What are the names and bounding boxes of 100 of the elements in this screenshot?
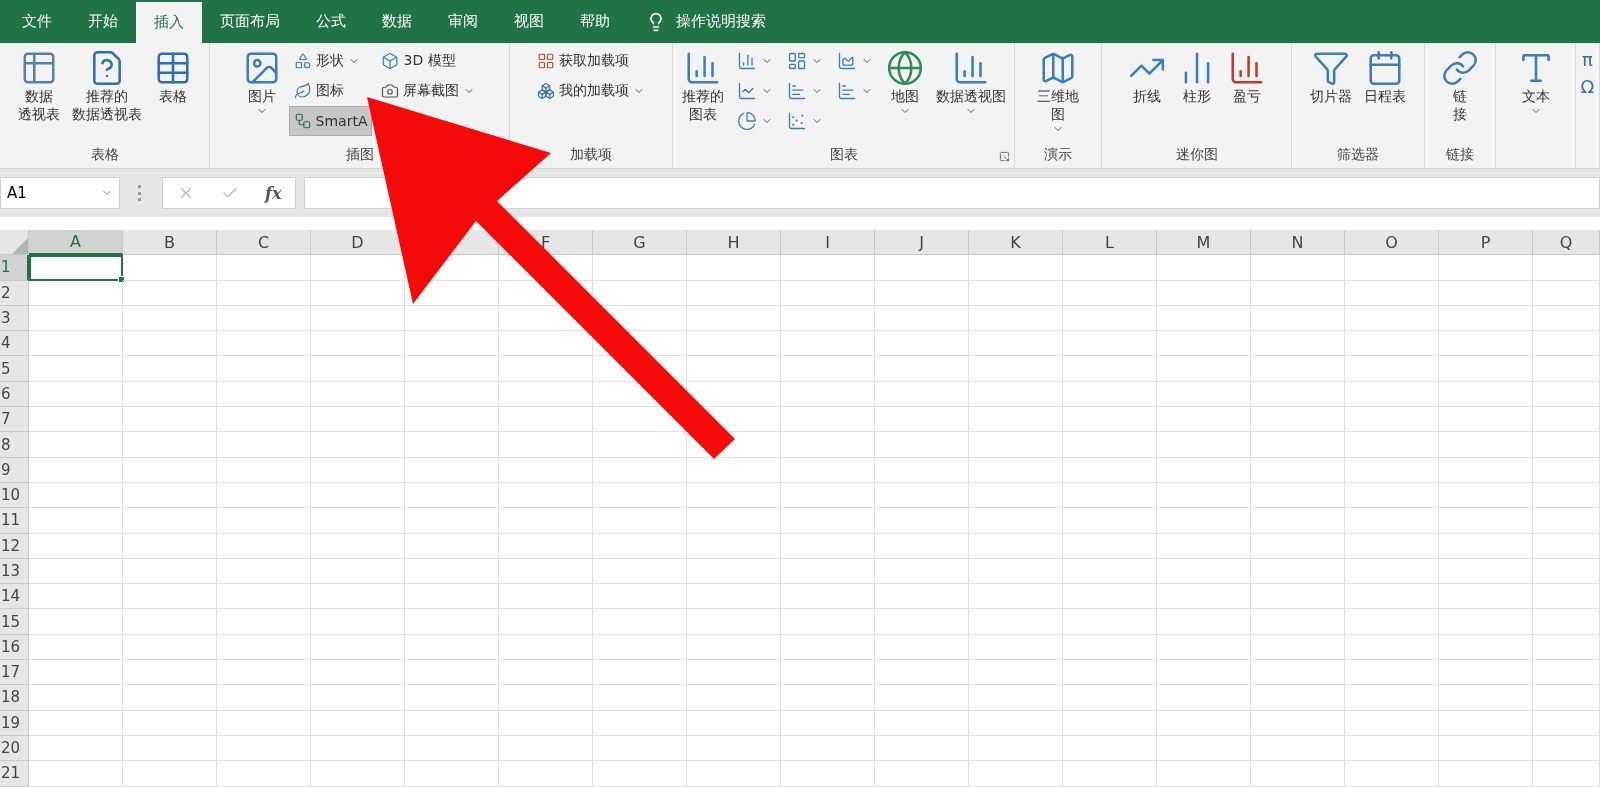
cell[interactable] <box>311 457 405 483</box>
cell[interactable] <box>1533 735 1600 762</box>
cell[interactable] <box>1251 280 1345 306</box>
tell-me-search[interactable]: 操作说明搜索 <box>628 0 784 43</box>
ribbon-tab[interactable]: 文件 <box>4 0 70 43</box>
cell[interactable] <box>1063 255 1157 281</box>
cell[interactable] <box>875 735 969 762</box>
cell[interactable] <box>311 584 405 610</box>
cell[interactable] <box>123 331 217 357</box>
cell[interactable] <box>781 735 875 762</box>
cell[interactable] <box>1063 432 1157 458</box>
cell[interactable] <box>217 255 311 281</box>
cell[interactable] <box>123 735 217 762</box>
cell[interactable] <box>969 660 1063 686</box>
cell[interactable] <box>875 331 969 357</box>
cell[interactable] <box>1533 305 1600 332</box>
cell[interactable] <box>969 761 1063 787</box>
cell[interactable] <box>781 558 875 585</box>
cell[interactable] <box>969 280 1063 306</box>
cell[interactable] <box>217 432 311 458</box>
ribbon-tab[interactable]: 审阅 <box>430 0 496 43</box>
cell[interactable] <box>311 609 405 635</box>
cell[interactable] <box>1063 482 1157 509</box>
cell[interactable] <box>1533 255 1600 281</box>
cell[interactable] <box>1533 584 1600 610</box>
cell[interactable] <box>1251 685 1345 711</box>
cell[interactable] <box>969 735 1063 762</box>
cell[interactable] <box>405 331 499 357</box>
cell[interactable] <box>123 533 217 559</box>
ribbon-tab[interactable]: 公式 <box>298 0 364 43</box>
cell[interactable] <box>1063 609 1157 635</box>
column-header[interactable]: D <box>311 230 405 256</box>
cell[interactable] <box>1345 457 1439 483</box>
cell[interactable] <box>29 457 123 483</box>
cell[interactable] <box>499 407 593 433</box>
cell[interactable] <box>311 735 405 762</box>
cell[interactable] <box>687 634 781 661</box>
selected-cell[interactable] <box>29 255 123 281</box>
cell[interactable] <box>1157 710 1251 736</box>
column-header[interactable]: J <box>875 230 969 256</box>
cell[interactable] <box>969 457 1063 483</box>
cell[interactable] <box>217 280 311 306</box>
cell[interactable] <box>1345 735 1439 762</box>
cell[interactable] <box>1157 660 1251 686</box>
cell[interactable] <box>29 381 123 408</box>
cell[interactable] <box>687 609 781 635</box>
cell[interactable] <box>875 609 969 635</box>
ribbon-button[interactable]: 图片 <box>239 47 284 119</box>
cell[interactable] <box>217 660 311 686</box>
cell[interactable] <box>1251 735 1345 762</box>
cell[interactable] <box>1063 381 1157 408</box>
cell[interactable] <box>1157 305 1251 332</box>
cell[interactable] <box>1063 457 1157 483</box>
ribbon-button[interactable]: 图标 <box>289 77 372 105</box>
cell[interactable] <box>1063 331 1157 357</box>
cell[interactable] <box>875 761 969 787</box>
cell[interactable] <box>781 432 875 458</box>
cell[interactable] <box>1439 356 1533 382</box>
cell[interactable] <box>1533 761 1600 787</box>
cell[interactable] <box>593 508 687 534</box>
cell[interactable] <box>593 660 687 686</box>
cell[interactable] <box>311 710 405 736</box>
cell[interactable] <box>1345 305 1439 332</box>
row-header[interactable]: 12 <box>0 533 29 559</box>
cell[interactable] <box>687 761 781 787</box>
cell[interactable] <box>875 280 969 306</box>
cell[interactable] <box>1157 609 1251 635</box>
symbol-button[interactable]: π <box>1580 47 1595 72</box>
cell[interactable] <box>969 356 1063 382</box>
cell[interactable] <box>1345 255 1439 281</box>
name-box[interactable]: A1 <box>0 177 120 209</box>
cell[interactable] <box>1157 533 1251 559</box>
column-header[interactable]: N <box>1251 230 1345 256</box>
row-header[interactable]: 9 <box>0 457 29 483</box>
cell[interactable] <box>123 508 217 534</box>
row-header[interactable]: 8 <box>0 432 29 458</box>
cell[interactable] <box>123 407 217 433</box>
row-header[interactable]: 7 <box>0 407 29 433</box>
cell[interactable] <box>687 356 781 382</box>
cell[interactable] <box>29 735 123 762</box>
cell[interactable] <box>1251 331 1345 357</box>
cell[interactable] <box>499 660 593 686</box>
cell[interactable] <box>217 305 311 332</box>
cell[interactable] <box>123 761 217 787</box>
cell[interactable] <box>1063 407 1157 433</box>
cell[interactable] <box>29 634 123 661</box>
cell[interactable] <box>405 685 499 711</box>
cell[interactable] <box>875 710 969 736</box>
cell[interactable] <box>969 255 1063 281</box>
cell[interactable] <box>1439 558 1533 585</box>
cell[interactable] <box>1063 761 1157 787</box>
cell[interactable] <box>1251 710 1345 736</box>
cell[interactable] <box>1063 710 1157 736</box>
cell[interactable] <box>1063 558 1157 585</box>
cell[interactable] <box>1063 280 1157 306</box>
cell[interactable] <box>499 735 593 762</box>
cell[interactable] <box>1251 660 1345 686</box>
row-header[interactable]: 21 <box>0 761 29 787</box>
cell[interactable] <box>875 634 969 661</box>
cell[interactable] <box>311 761 405 787</box>
